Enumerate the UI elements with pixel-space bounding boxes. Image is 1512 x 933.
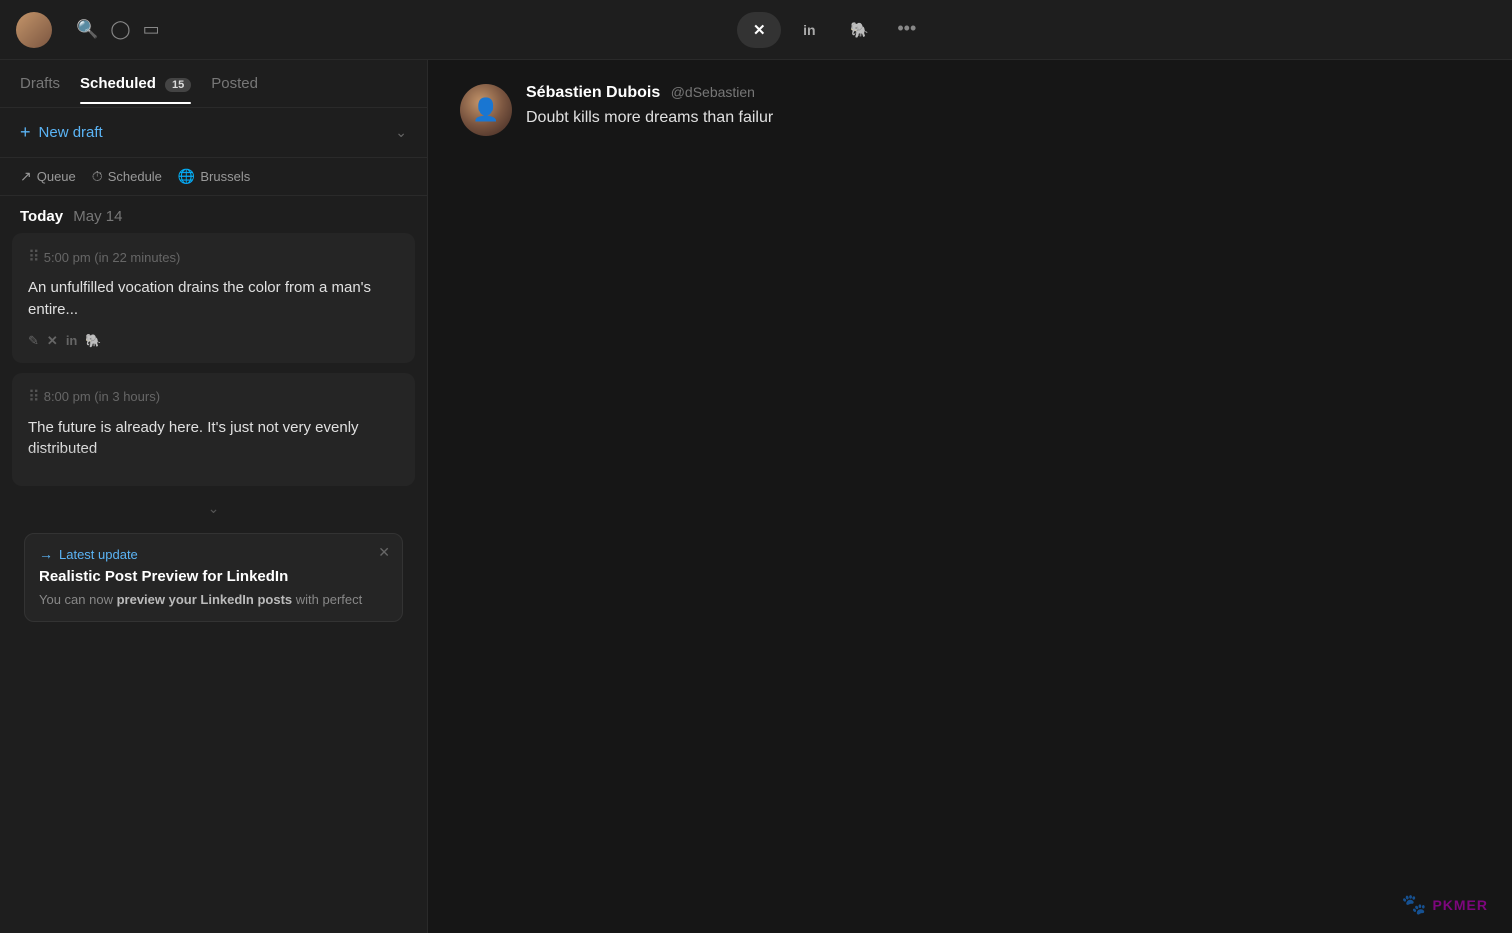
tabs: Drafts Scheduled 15 Posted [0,60,427,108]
date-header: Today May 14 [0,196,427,233]
queue-label: Queue [37,169,76,184]
list-item[interactable]: ⠿ 5:00 pm (in 22 minutes) An unfulfilled… [12,233,415,363]
tab-scheduled[interactable]: Scheduled 15 [80,63,191,104]
platform-tab-linkedin[interactable]: in [787,12,831,48]
user-avatar[interactable] [16,12,52,48]
top-bar: 🔍 ◯ ▭ ✕ in 🐘 ••• [0,0,1512,60]
watermark-icon: 🐾 [1402,892,1427,917]
update-body-plain: You can now [39,592,117,607]
update-body: You can now preview your LinkedIn posts … [39,591,388,609]
update-body-plain2: with perfect [292,592,362,607]
linkedin-platform-icon: in [66,333,78,348]
x-platform-icon: ✕ [47,333,58,349]
platform-tab-x[interactable]: ✕ [737,12,781,48]
update-banner: → Latest update ✕ Realistic Post Preview… [24,533,403,622]
expand-post-icon[interactable]: ⌄ [12,496,415,525]
layout-icon[interactable]: ▭ [143,19,160,40]
update-title: Realistic Post Preview for LinkedIn [39,568,388,585]
queue-icon: ↗ [20,168,32,185]
tab-scheduled-label: Scheduled [80,75,156,92]
content-area: 👤 Sébastien Dubois @dSebastien Doubt kil… [428,60,1512,933]
preview-header: Sébastien Dubois @dSebastien [526,84,773,102]
thread-icon: ✎ [28,333,39,349]
x-icon: ✕ [753,21,766,39]
update-arrow-icon: → [39,546,53,562]
post-time: ⠿ 5:00 pm (in 22 minutes) [28,247,399,267]
avatar-image: 👤 [460,84,512,136]
update-header: → Latest update [39,546,388,562]
new-draft-chevron-icon: ⌄ [395,124,407,141]
list-item[interactable]: ⠿ 8:00 pm (in 3 hours) The future is alr… [12,373,415,487]
posts-list: ⠿ 5:00 pm (in 22 minutes) An unfulfilled… [0,233,427,933]
avatar: 👤 [460,84,512,136]
post-text: The future is already here. It's just no… [28,417,399,461]
tab-drafts[interactable]: Drafts [20,63,60,104]
main-layout: Drafts Scheduled 15 Posted + New draft ⌄… [0,60,1512,933]
schedule-icon: ⏱ [92,168,103,185]
preview-name: Sébastien Dubois [526,84,660,101]
notifications-icon[interactable]: ◯ [110,19,130,40]
schedule-label: Schedule [108,169,162,184]
platform-tab-mastodon[interactable]: 🐘 [837,12,881,48]
scheduled-badge: 15 [165,78,191,92]
tab-posted[interactable]: Posted [211,63,258,104]
post-time-label: 8:00 pm (in 3 hours) [44,389,160,404]
queue-button[interactable]: ↗ Queue [20,168,76,185]
post-time-label: 5:00 pm (in 22 minutes) [44,250,181,265]
platform-tabs: ✕ in 🐘 ••• [737,12,926,48]
timezone-button[interactable]: 🌐 Brussels [178,168,250,185]
new-draft-plus-icon: + [20,122,31,143]
date-label: May 14 [73,208,122,225]
top-icons: 🔍 ◯ ▭ [76,19,160,40]
update-label: Latest update [59,547,138,562]
mastodon-platform-icon: 🐘 [85,333,101,349]
post-text: An unfulfilled vocation drains the color… [28,277,399,321]
preview-handle: @dSebastien [671,84,755,100]
sidebar: Drafts Scheduled 15 Posted + New draft ⌄… [0,60,428,933]
mastodon-icon: 🐘 [850,21,869,39]
close-update-button[interactable]: ✕ [378,544,390,561]
post-time: ⠿ 8:00 pm (in 3 hours) [28,387,399,407]
preview-text: Doubt kills more dreams than failur [526,106,773,130]
new-draft-button[interactable]: + New draft ⌄ [0,108,427,158]
queue-controls: ↗ Queue ⏱ Schedule 🌐 Brussels [0,158,427,196]
preview-content: Sébastien Dubois @dSebastien Doubt kills… [526,84,773,136]
post-preview: 👤 Sébastien Dubois @dSebastien Doubt kil… [460,84,1060,136]
globe-icon: 🌐 [178,168,195,185]
search-icon[interactable]: 🔍 [76,19,98,40]
drag-handle-icon: ⠿ [28,247,38,267]
drag-handle-icon: ⠿ [28,387,38,407]
update-body-bold: preview your LinkedIn posts [117,592,293,607]
post-platforms: ✎ ✕ in 🐘 [28,333,399,349]
watermark: 🐾 PKMER [1402,892,1488,917]
today-label: Today [20,208,63,225]
linkedin-icon: in [803,22,815,38]
new-draft-label: New draft [39,124,103,141]
timezone-label: Brussels [200,169,250,184]
schedule-button[interactable]: ⏱ Schedule [92,168,162,185]
more-platforms-button[interactable]: ••• [887,12,926,48]
watermark-text: PKMER [1432,897,1488,913]
